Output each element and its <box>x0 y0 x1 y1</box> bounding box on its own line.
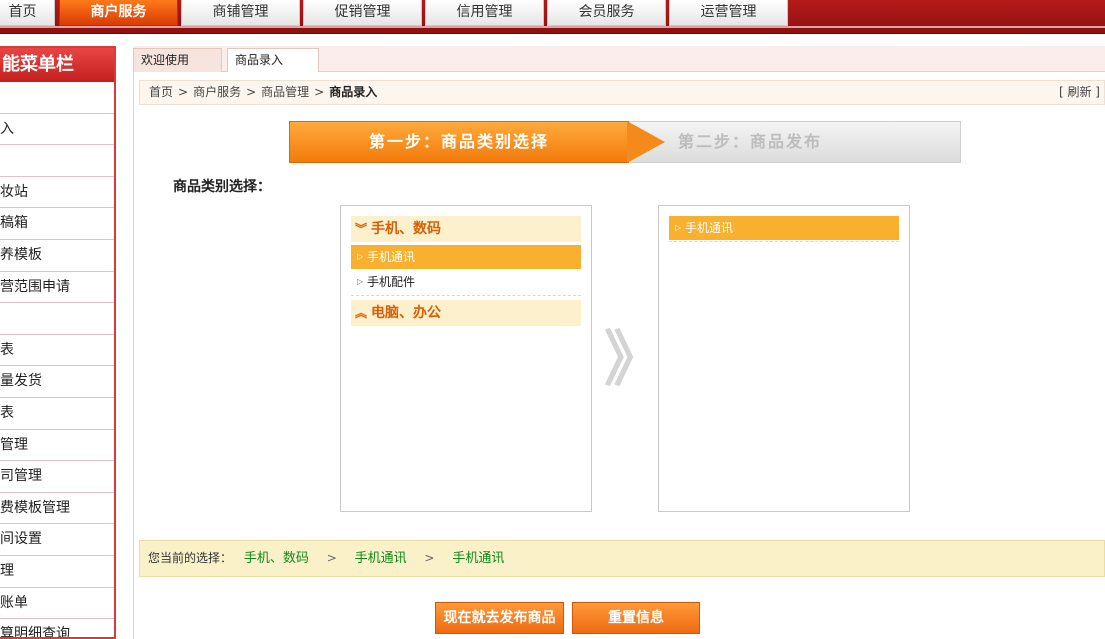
sidebar-item[interactable] <box>0 82 114 114</box>
sidebar-item[interactable]: 账单 <box>0 588 114 620</box>
top-navigation: 首页 商户服务 商铺管理 促销管理 信用管理 会员服务 运营管理 <box>0 0 1105 34</box>
selection-level-3[interactable]: 手机通讯 <box>452 551 504 566</box>
category-item-label: 手机配件 <box>367 275 416 289</box>
triangle-right-icon: ▷ <box>357 252 364 261</box>
sidebar-item[interactable]: 入 <box>0 114 114 146</box>
nav-tab-merchant-service[interactable]: 商户服务 <box>59 0 178 26</box>
selection-level-2[interactable]: 手机通讯 <box>355 551 407 566</box>
divider <box>351 295 581 296</box>
step-arrow-icon <box>627 121 665 163</box>
nav-tab-promotion[interactable]: 促销管理 <box>303 0 422 26</box>
sidebar-item[interactable]: 营范围申请 <box>0 272 114 304</box>
category-panel-right: ▷ 手机通讯 <box>658 205 910 512</box>
reset-button[interactable]: 重置信息 <box>572 602 700 634</box>
chevron-down-icon: ︾ <box>355 222 368 236</box>
category-item-mobile-accessories[interactable]: ▷ 手机配件 <box>351 270 581 294</box>
nav-tab-credit[interactable]: 信用管理 <box>425 0 544 26</box>
sidebar-item[interactable]: 妆站 <box>0 177 114 209</box>
sidebar-item[interactable]: 费模板管理 <box>0 493 114 525</box>
sidebar-item[interactable]: 表 <box>0 398 114 430</box>
chevron-up-icon: ︽ <box>355 306 368 320</box>
current-selection-label: 您当前的选择： <box>148 551 233 565</box>
category-group-label: 手机、数码 <box>371 221 442 237</box>
nav-underline <box>0 26 1105 28</box>
category-group-mobile-digital[interactable]: ︾ 手机、数码 <box>351 216 581 242</box>
selection-separator: > <box>326 551 337 565</box>
sidebar-item[interactable]: 司管理 <box>0 461 114 493</box>
breadcrumb: 首页 > 商户服务 > 商品管理 > 商品录入 [ 刷新 ] <box>139 80 1105 105</box>
sidebar-item[interactable]: 理 <box>0 556 114 588</box>
nav-tab-shop-management[interactable]: 商铺管理 <box>181 0 300 26</box>
category-group-label: 电脑、办公 <box>371 305 442 321</box>
category-selection-label: 商品类别选择： <box>173 179 271 195</box>
selection-separator: > <box>424 551 435 565</box>
divider <box>669 241 899 242</box>
sidebar-item[interactable]: 管理 <box>0 430 114 462</box>
nav-tab-operations[interactable]: 运营管理 <box>669 0 788 26</box>
breadcrumb-product-management[interactable]: 商品管理 <box>261 85 309 99</box>
category-item-label: 手机通讯 <box>367 250 416 264</box>
sidebar-item[interactable] <box>0 303 114 335</box>
content-tabs: 欢迎使用 商品录入 <box>133 46 1105 72</box>
category-item-label: 手机通讯 <box>685 221 734 235</box>
selection-level-1[interactable]: 手机、数码 <box>244 551 309 566</box>
breadcrumb-merchant-service[interactable]: 商户服务 <box>193 85 241 99</box>
sidebar-title: 能菜单栏 <box>0 48 114 82</box>
sidebar-item[interactable]: 养模板 <box>0 240 114 272</box>
breadcrumb-current: 商品录入 <box>329 85 378 99</box>
double-arrow-icon: 》 <box>604 325 664 395</box>
sidebar-item[interactable]: 表 <box>0 335 114 367</box>
category-item-mobile-communication-sub[interactable]: ▷ 手机通讯 <box>669 216 899 240</box>
sidebar-item[interactable] <box>0 145 114 177</box>
step-2-product-publish: 第二步：商品发布 <box>629 121 961 163</box>
sidebar-item[interactable]: 间设置 <box>0 524 114 556</box>
breadcrumb-separator-icon: > <box>246 85 257 99</box>
nav-tab-member-service[interactable]: 会员服务 <box>547 0 666 26</box>
breadcrumb-home[interactable]: 首页 <box>149 85 173 99</box>
refresh-link[interactable]: [ 刷新 ] <box>1059 81 1100 104</box>
category-panel-left: ︾ 手机、数码 ▷ 手机通讯 ▷ 手机配件 ︽ 电脑、办公 <box>340 205 592 512</box>
nav-tab-home[interactable]: 首页 <box>0 0 55 26</box>
category-item-mobile-communication[interactable]: ▷ 手机通讯 <box>351 245 581 269</box>
sidebar-item[interactable]: 算明细查询 <box>0 619 114 637</box>
publish-product-button[interactable]: 现在就去发布商品 <box>435 602 564 634</box>
tab-product-entry[interactable]: 商品录入 <box>227 48 319 72</box>
current-selection-bar: 您当前的选择： 手机、数码 > 手机通讯 > 手机通讯 <box>139 540 1105 577</box>
triangle-right-icon: ▷ <box>675 223 682 232</box>
category-group-computer-office[interactable]: ︽ 电脑、办公 <box>351 300 581 326</box>
breadcrumb-separator-icon: > <box>314 85 325 99</box>
sidebar-item[interactable]: 量发货 <box>0 366 114 398</box>
sidebar-item[interactable]: 稿箱 <box>0 208 114 240</box>
tab-welcome[interactable]: 欢迎使用 <box>133 48 222 72</box>
sidebar-menu: 能菜单栏 入 妆站 稿箱 养模板 营范围申请 表 量发货 表 管理 司管理 费模… <box>0 46 116 639</box>
triangle-right-icon: ▷ <box>357 277 364 286</box>
breadcrumb-separator-icon: > <box>178 85 189 99</box>
step-1-category-selection: 第一步：商品类别选择 <box>289 121 629 163</box>
